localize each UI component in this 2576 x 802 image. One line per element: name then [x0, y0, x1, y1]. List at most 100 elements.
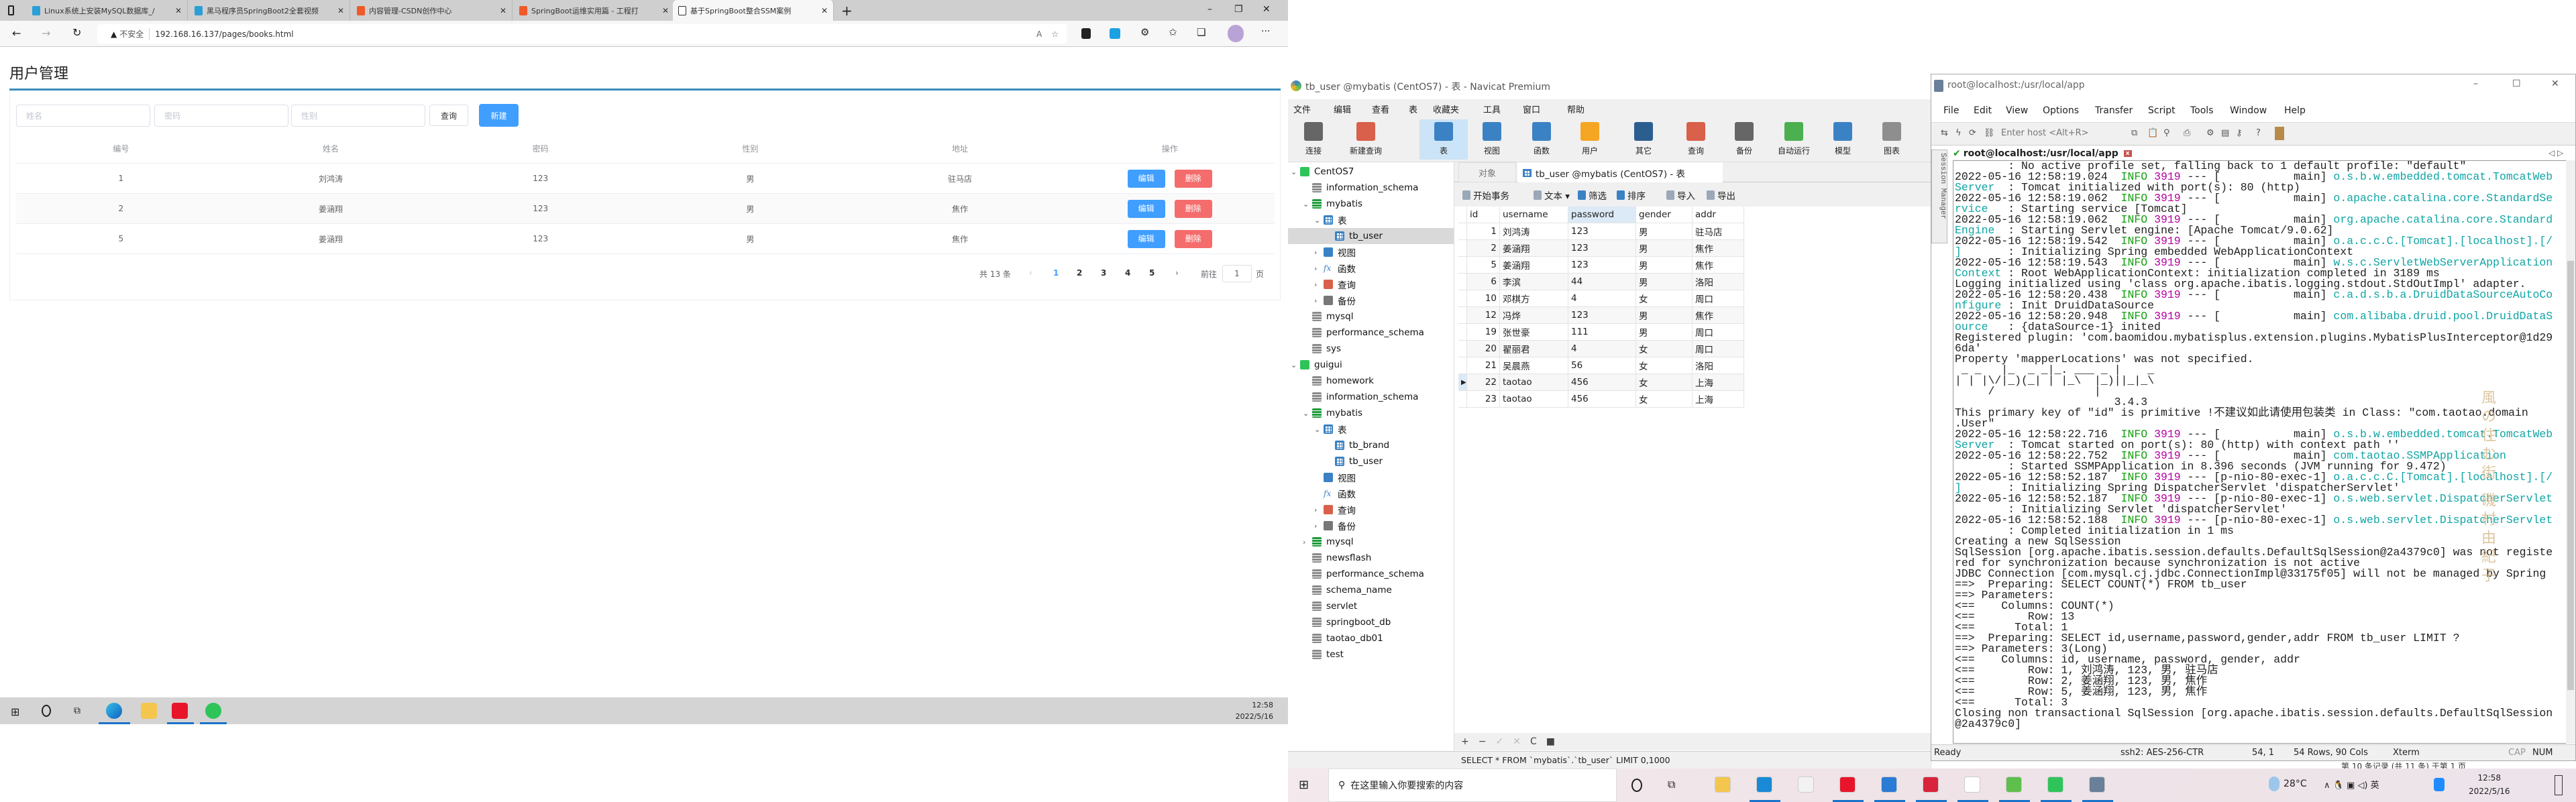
grid-cell[interactable]: 焦作 [1693, 257, 1744, 273]
stop-button[interactable]: ■ [1546, 736, 1555, 747]
terminal-menu-view[interactable]: View [2006, 105, 2028, 116]
grid-cell[interactable]: 女 [1636, 290, 1693, 306]
tray-icons[interactable]: ∧ 🐧 ▣ ◁) 英 [2324, 778, 2379, 791]
grid-cell[interactable]: 21 [1467, 357, 1500, 374]
tab-scroll-arrows[interactable]: ◁ ▷ [2548, 148, 2563, 158]
create-button[interactable]: 新建 [479, 104, 519, 127]
tree-node[interactable]: tb_user [1288, 453, 1454, 469]
grid-row[interactable]: 2 姜涵翔 123 男焦作 [1458, 240, 1744, 257]
close-window-button[interactable]: ✕ [1263, 4, 1271, 15]
tree-node[interactable]: tb_user [1288, 228, 1454, 244]
task-view-icon[interactable]: ⧉ [1668, 778, 1675, 791]
settings-icon[interactable]: ⚙ [2206, 128, 2214, 138]
grid-row[interactable]: 1 刘鸿涛 123 男驻马店 [1458, 223, 1744, 240]
toolbar-model-button[interactable]: 模型 [1819, 119, 1867, 160]
connect-icon[interactable]: ⇆ [1941, 128, 1948, 138]
address-bar[interactable]: ▲ 不安全 192.168.16.137/pages/books.html A … [97, 24, 1067, 44]
grid-cell[interactable]: 周口 [1693, 341, 1744, 357]
paste-icon[interactable]: 📋 [2147, 128, 2158, 138]
prev-page-button[interactable]: ‹ [1029, 268, 1032, 278]
app-icon-blue[interactable] [1881, 777, 1897, 793]
grid-cell[interactable]: 女 [1636, 341, 1693, 357]
grid-row[interactable]: 12 冯烨 123 男焦作 [1458, 307, 1744, 324]
grid-cell[interactable]: 456 [1568, 391, 1636, 407]
grid-cell[interactable]: 4 [1568, 290, 1636, 306]
grid-cell[interactable]: 女 [1636, 374, 1693, 390]
grid-cell[interactable]: 吴晨燕 [1500, 357, 1568, 374]
tree-node[interactable]: ⌄ CentOS7 [1288, 164, 1454, 180]
close-tab-icon[interactable]: ✕ [821, 6, 828, 15]
grid-cell[interactable]: 周口 [1693, 324, 1744, 340]
sftp-icon[interactable] [2275, 127, 2284, 140]
chevron-right-icon[interactable]: › [1314, 506, 1324, 514]
tree-node[interactable]: sys [1288, 341, 1454, 357]
grid-cell[interactable]: 上海 [1693, 391, 1744, 407]
discard-button[interactable]: ✕ [1513, 736, 1521, 747]
grid-cell[interactable]: 456 [1568, 374, 1636, 390]
grid-cell[interactable]: 女 [1636, 357, 1693, 374]
grid-row[interactable]: 20 翟丽君 4 女周口 [1458, 341, 1744, 357]
edit-button[interactable]: 编辑 [1127, 169, 1165, 188]
menu-6[interactable]: 窗口 [1523, 103, 1540, 115]
find-icon[interactable]: ⚲ [2163, 128, 2170, 138]
browser-tab[interactable]: 内容管理-CSDN创作中心 ✕ [352, 0, 513, 21]
tree-node[interactable]: › mysql [1288, 534, 1454, 550]
windows-start-icon[interactable]: ⊞ [1299, 778, 1309, 792]
grid-cell[interactable]: taotao [1500, 374, 1568, 390]
grid-cell[interactable]: 李滨 [1500, 274, 1568, 290]
grid-cell[interactable]: 4 [1568, 341, 1636, 357]
menu-4[interactable]: 收藏夹 [1433, 103, 1459, 115]
grid-cell[interactable]: 姜涵翔 [1500, 257, 1568, 273]
grid-cell[interactable]: 上海 [1693, 374, 1744, 390]
wechat-icon[interactable] [205, 703, 221, 719]
chevron-down-icon[interactable]: ⌄ [1303, 409, 1312, 418]
refresh-button[interactable]: C [1530, 736, 1537, 747]
collections-icon[interactable]: ❏ [1197, 26, 1205, 38]
tab-tb-user[interactable]: tb_user @mybatis (CentOS7) - 表 [1517, 162, 1723, 183]
browser-tab[interactable]: 黑马程序员SpringBoot2全套视频 ✕ [189, 0, 350, 21]
terminal-menu-help[interactable]: Help [2284, 105, 2306, 116]
grid-cell[interactable]: 10 [1467, 290, 1500, 306]
key-icon[interactable]: ⚷ [2236, 128, 2243, 138]
toolbar-function-button[interactable]: 函数 [1517, 119, 1566, 160]
grid-cell[interactable]: 女 [1636, 391, 1693, 407]
session-manager-tab[interactable]: Session Manager [1931, 150, 1947, 243]
page-number[interactable]: 5 [1149, 268, 1155, 278]
browser-tab[interactable]: Linux系统上安装MySQL数据库_/ ✕ [27, 0, 188, 21]
tab-objects[interactable]: 对象 [1458, 162, 1516, 182]
query-button[interactable]: 查询 [429, 105, 468, 126]
close-tab-icon[interactable]: x [2123, 150, 2132, 157]
page-number[interactable]: 2 [1077, 268, 1082, 278]
minimize-button[interactable]: – [1208, 4, 1212, 15]
app-icon[interactable] [1798, 777, 1814, 793]
delete-button[interactable]: 删除 [1174, 229, 1212, 248]
apply-button[interactable]: ✓ [1495, 736, 1503, 747]
chevron-right-icon[interactable]: › [1314, 296, 1324, 305]
grid-cell[interactable]: 洛阳 [1693, 357, 1744, 374]
chevron-right-icon[interactable]: › [1314, 248, 1324, 257]
grid-row[interactable]: 23 taotao 456 女上海 [1458, 391, 1744, 408]
grid-cell[interactable]: 123 [1568, 240, 1636, 256]
terminal-close[interactable]: ✕ [2551, 78, 2559, 89]
grid-cell[interactable]: 焦作 [1693, 307, 1744, 323]
grid-tool-2[interactable]: 筛选 [1578, 188, 1607, 202]
grid-row[interactable]: 5 姜涵翔 123 男焦作 [1458, 257, 1744, 274]
goto-page-input[interactable]: 1 [1222, 265, 1252, 282]
tree-node[interactable]: ⌄ mybatis [1288, 196, 1454, 212]
grid-cell[interactable]: 20 [1467, 341, 1500, 357]
grid-row[interactable]: 21 吴晨燕 56 女洛阳 [1458, 357, 1744, 374]
netease-music-icon[interactable] [1923, 777, 1939, 793]
gender-input[interactable]: 性别 [291, 105, 425, 127]
tree-node[interactable]: fx 函数 [1288, 485, 1454, 502]
navicat-icon[interactable] [2006, 777, 2022, 793]
grid-tool-4[interactable]: 导入 [1666, 188, 1695, 202]
tree-node[interactable]: 视图 [1288, 469, 1454, 485]
grid-cell[interactable]: 翟丽君 [1500, 341, 1568, 357]
close-tab-icon[interactable]: ✕ [337, 6, 344, 15]
grid-tool-0[interactable]: 开始事务 [1462, 188, 1509, 202]
tree-node[interactable]: information_schema [1288, 389, 1454, 405]
grid-cell[interactable]: 邓棋方 [1500, 290, 1568, 306]
tree-node[interactable]: test [1288, 646, 1454, 663]
toolbar-plug-button[interactable]: 连接 [1289, 119, 1338, 160]
grid-cell[interactable]: 刘鸿涛 [1500, 223, 1568, 239]
